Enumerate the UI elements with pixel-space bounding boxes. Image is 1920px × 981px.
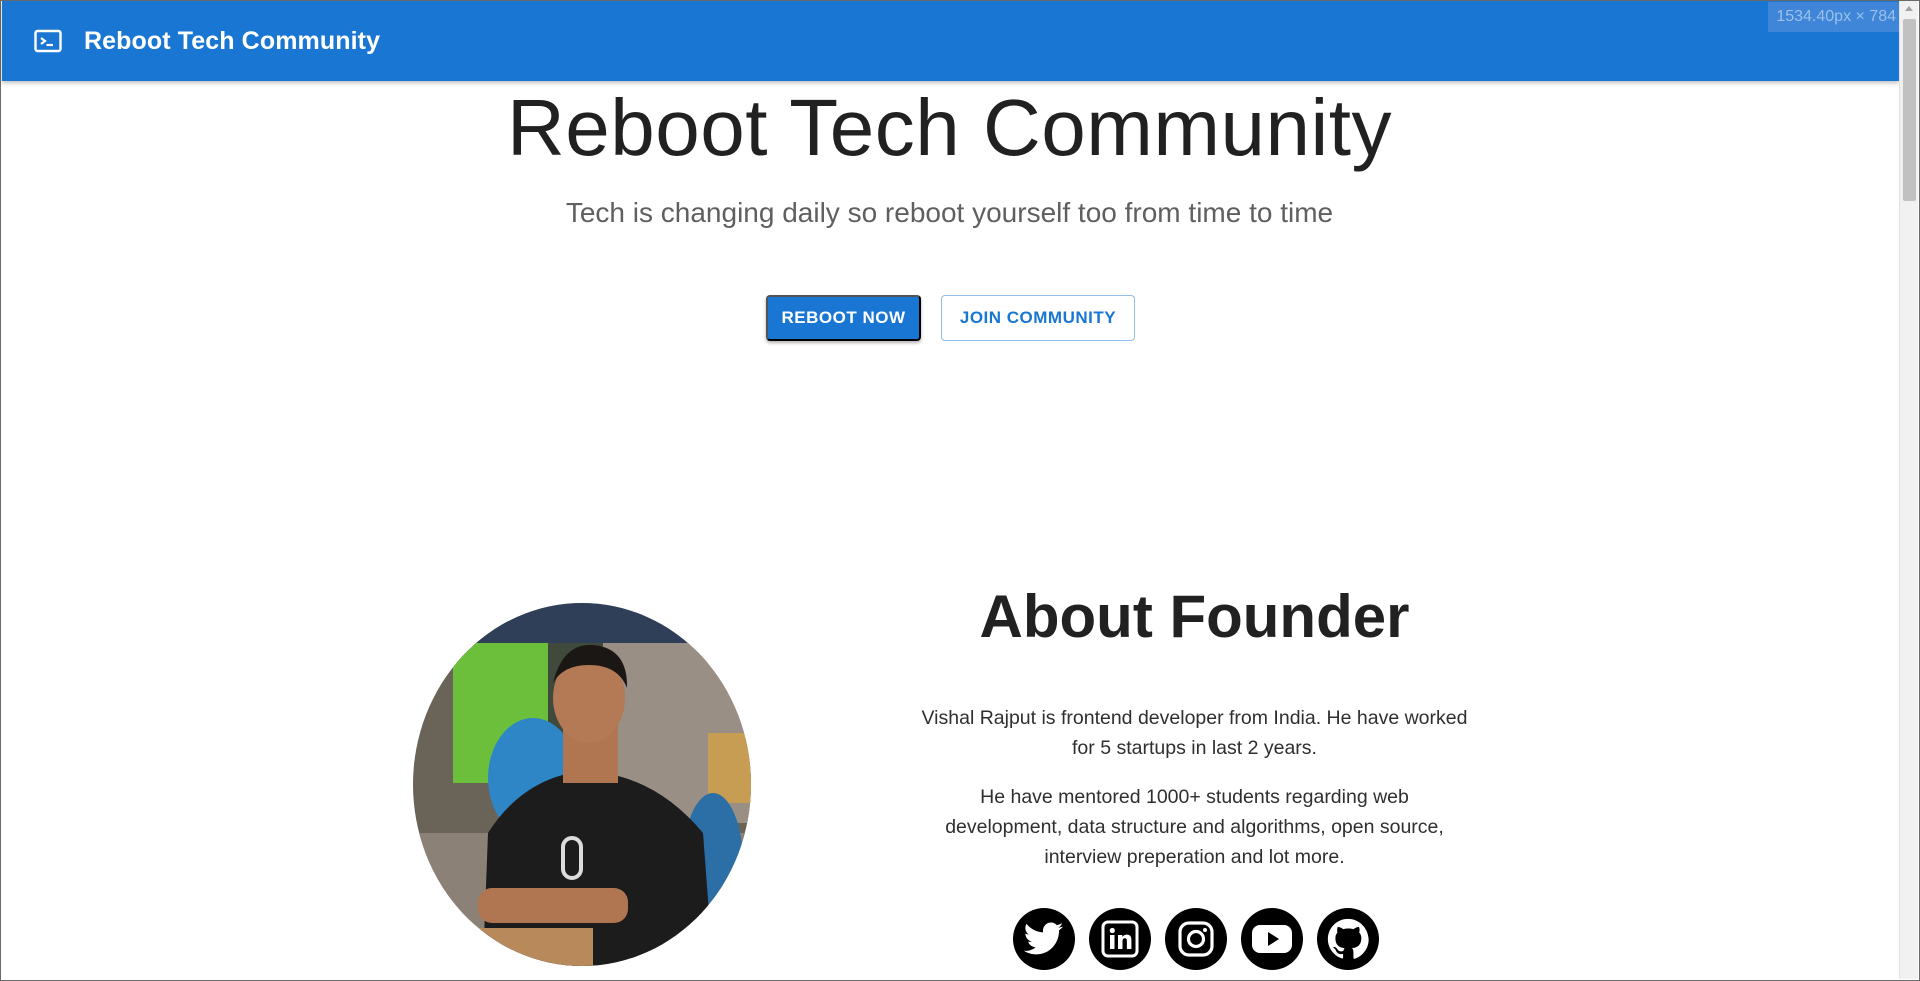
youtube-icon[interactable] (1241, 908, 1303, 970)
github-icon[interactable] (1317, 908, 1379, 970)
hero-subtitle: Tech is changing daily so reboot yoursel… (565, 197, 1334, 228)
reboot-now-button[interactable]: REBOOT NOW (766, 295, 921, 341)
founder-photo (413, 603, 751, 966)
social-links (1013, 908, 1379, 970)
app-bar-title[interactable]: Reboot Tech Community (84, 27, 380, 56)
twitter-icon[interactable] (1013, 908, 1075, 970)
instagram-icon[interactable] (1165, 908, 1227, 970)
linkedin-icon[interactable] (1089, 908, 1151, 970)
app-bar: Reboot Tech Community (2, 1, 1899, 81)
scroll-thumb[interactable] (1903, 19, 1916, 201)
founder-bio-2: He have mentored 1000+ students regardin… (945, 786, 1444, 868)
join-community-button[interactable]: JOIN COMMUNITY (941, 295, 1135, 341)
scroll-up-arrow-icon[interactable] (1905, 6, 1913, 11)
page-scrollbar[interactable] (1899, 1, 1918, 979)
founder-bio-1: Vishal Rajput is frontend developer from… (921, 707, 1468, 759)
terminal-icon[interactable] (34, 29, 62, 53)
about-title: About Founder (979, 583, 1410, 650)
dimension-overlay: 1534.40px × 784 (1768, 2, 1904, 32)
hero-title: Reboot Tech Community (507, 83, 1392, 172)
